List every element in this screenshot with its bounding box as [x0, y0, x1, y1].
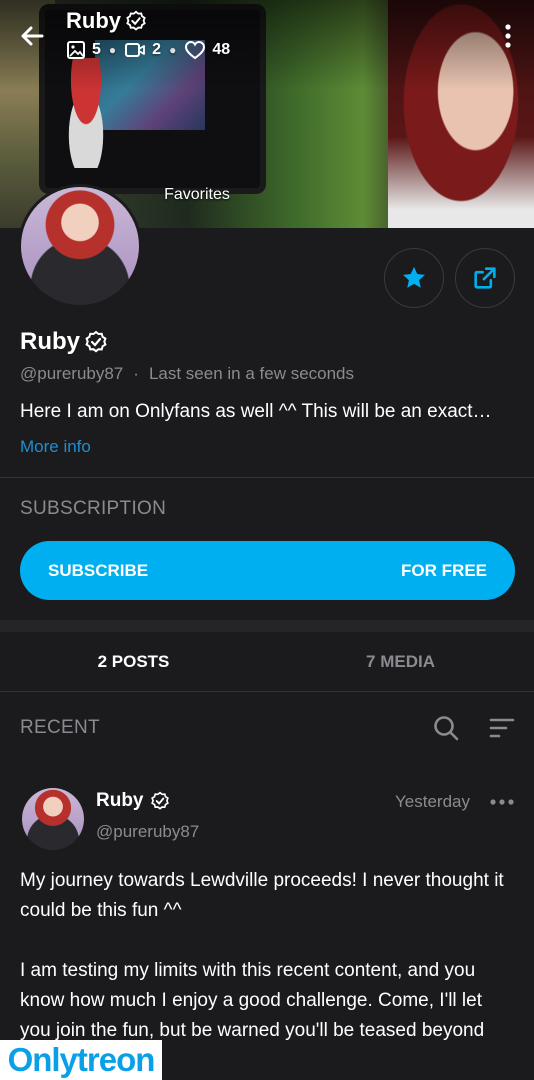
divider: [0, 691, 534, 692]
meta-separator: ·: [133, 364, 139, 383]
filter-icon: [489, 718, 515, 738]
header-title: Ruby: [66, 8, 147, 34]
stats-separator: ●: [169, 43, 177, 57]
search-posts-button[interactable]: [432, 714, 460, 742]
post-paragraph-spacer: [20, 926, 516, 956]
more-vertical-icon: [505, 24, 511, 48]
post-options-button[interactable]: [488, 790, 516, 814]
watermark-logo: Only treon: [0, 1040, 162, 1080]
tab-posts[interactable]: 2 POSTS: [0, 633, 267, 691]
photo-count: 5: [92, 41, 101, 58]
post-author[interactable]: Ruby: [96, 790, 170, 812]
heart-icon: [185, 40, 206, 60]
last-seen-status: Last seen in a few seconds: [148, 364, 355, 383]
more-options-button[interactable]: [496, 20, 520, 52]
post-author-handle: @pureruby87: [96, 822, 200, 841]
watermark-part-2: treon: [76, 1041, 155, 1078]
recent-label: RECENT: [20, 717, 100, 738]
section-separator: [0, 620, 534, 632]
post-timestamp: Yesterday: [395, 792, 470, 811]
verified-icon: [85, 330, 107, 353]
post-paragraph: I am testing my limits with this recent …: [20, 960, 485, 1041]
post-author-avatar[interactable]: [22, 788, 84, 850]
header-stats: 5 ● 2 ● 48: [66, 40, 230, 60]
subscribe-button[interactable]: SUBSCRIBE FOR FREE: [20, 541, 515, 600]
share-button[interactable]: [455, 248, 515, 308]
profile-name: Ruby: [20, 328, 108, 356]
back-arrow-icon: [21, 26, 44, 46]
divider: [0, 477, 534, 478]
back-button[interactable]: [16, 20, 48, 52]
share-icon: [474, 267, 496, 289]
image-icon: [67, 41, 85, 59]
profile-avatar-image: [21, 187, 139, 305]
profile-name-text: Ruby: [20, 328, 80, 355]
post-body: My journey towards Lewdville proceeds! I…: [20, 866, 516, 1046]
like-count: 48: [212, 41, 231, 58]
subscription-label: SUBSCRIPTION: [20, 498, 167, 519]
more-info-link[interactable]: More info: [20, 437, 91, 457]
watermark-part-1: Only: [7, 1041, 78, 1078]
filter-posts-button[interactable]: [488, 714, 516, 742]
favorite-button[interactable]: [384, 248, 444, 308]
search-icon: [434, 716, 459, 741]
tab-media[interactable]: 7 MEDIA: [267, 633, 534, 691]
post-author-name: Ruby: [96, 790, 144, 811]
video-icon: [125, 43, 146, 57]
video-count: 2: [152, 41, 162, 58]
stats-separator: ●: [108, 43, 117, 57]
post-paragraph: My journey towards Lewdville proceeds! I…: [20, 870, 504, 921]
header-title-text: Ruby: [66, 8, 121, 33]
more-horizontal-icon: [490, 799, 514, 805]
star-icon: [403, 266, 425, 288]
verified-icon: [150, 791, 169, 810]
subscribe-price-label: FOR FREE: [401, 560, 487, 580]
profile-handle: @pureruby87: [20, 364, 124, 383]
profile-meta: @pureruby87 · Last seen in a few seconds: [20, 364, 354, 384]
subscribe-button-label: SUBSCRIBE: [48, 560, 149, 580]
verified-icon: [126, 10, 146, 31]
profile-bio: Here I am on Onlyfans as well ^^ This wi…: [20, 401, 492, 422]
profile-avatar[interactable]: [18, 184, 142, 308]
